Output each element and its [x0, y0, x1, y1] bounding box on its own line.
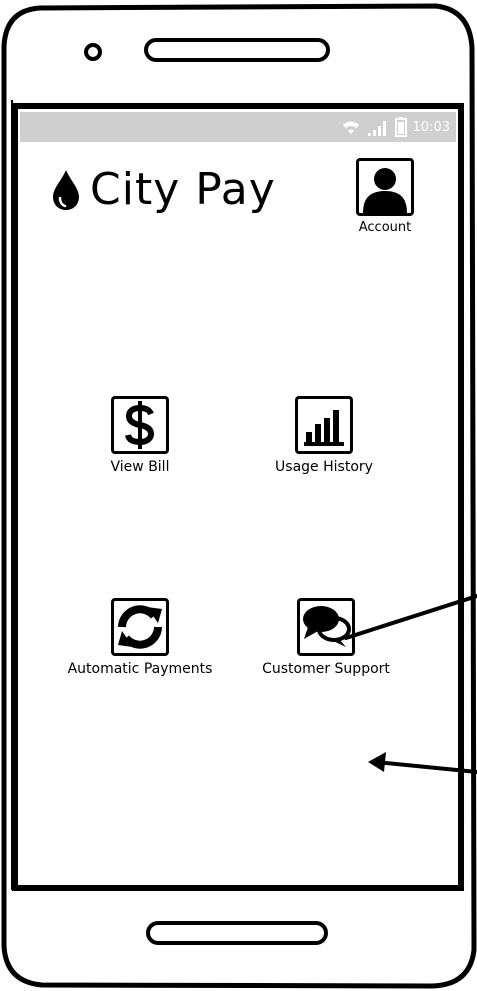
customer-support-icon-box: [297, 598, 355, 656]
dollar-icon: [125, 401, 155, 449]
customer-support-label: Customer Support: [262, 661, 390, 677]
view-bill-icon-box: [111, 396, 169, 454]
wifi-icon: [342, 121, 359, 134]
account-label: Account: [358, 220, 412, 235]
signal-icon: [367, 121, 386, 136]
automatic-payments-label: Automatic Payments: [67, 661, 213, 677]
chat-bubbles-icon: [303, 606, 351, 647]
water-drop-icon: [53, 169, 79, 210]
refresh-icon: [118, 605, 162, 649]
usage-history-icon-box: [295, 396, 353, 454]
automatic-payments-button[interactable]: Automatic Payments: [54, 598, 226, 678]
automatic-payments-icon-box: [111, 598, 169, 656]
view-bill-label: View Bill: [110, 459, 170, 475]
app-screen: 10:03 City Pay Account View Bill Usage H…: [20, 112, 456, 882]
usage-history-label: Usage History: [275, 459, 373, 475]
user-icon: [363, 168, 407, 213]
customer-support-button[interactable]: Customer Support: [248, 598, 404, 678]
usage-history-button[interactable]: Usage History: [262, 396, 386, 476]
account-avatar: [356, 158, 414, 216]
app-logo: City Pay: [50, 164, 276, 215]
app-title: City Pay: [90, 164, 276, 215]
bar-chart-icon: [304, 410, 344, 446]
account-button[interactable]: Account: [348, 158, 422, 236]
battery-icon: [394, 117, 407, 137]
status-bar: 10:03: [20, 112, 456, 142]
view-bill-button[interactable]: View Bill: [88, 396, 192, 476]
status-time: 10:03: [412, 119, 450, 135]
